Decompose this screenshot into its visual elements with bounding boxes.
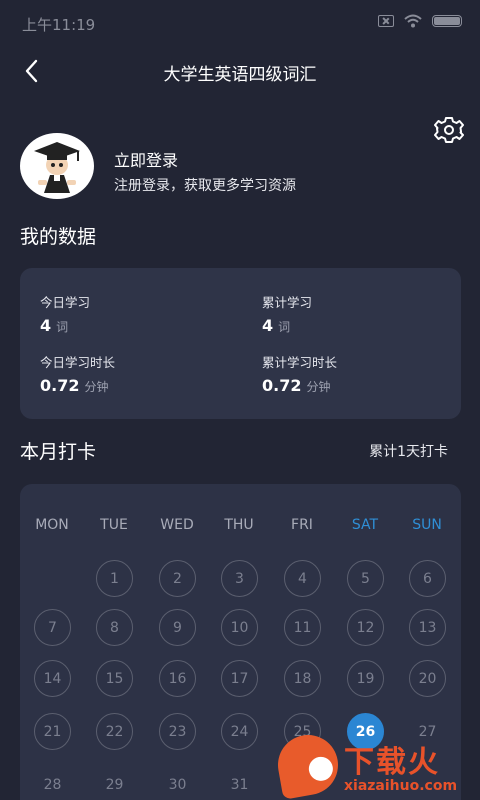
- battery-icon: [432, 15, 462, 27]
- weekday-label: TUE: [100, 517, 128, 533]
- calendar-day[interactable]: 12: [347, 609, 384, 646]
- calendar-day[interactable]: 3: [221, 560, 258, 597]
- page-title: 大学生英语四级词汇: [163, 65, 317, 85]
- today-time-value: 0.72: [40, 376, 80, 395]
- today-words-value: 4: [40, 316, 52, 335]
- calendar-day[interactable]: 14: [34, 660, 71, 697]
- status-time: 上午11:19: [22, 16, 96, 34]
- calendar-day[interactable]: 17: [221, 660, 258, 697]
- wifi-icon: [404, 14, 422, 28]
- watermark-url: xiazaihuo.com: [344, 778, 458, 794]
- weekday-label: MON: [35, 517, 69, 533]
- login-link[interactable]: 立即登录: [114, 147, 178, 171]
- calendar-day[interactable]: 24: [221, 713, 258, 750]
- profile-section[interactable]: 立即登录 注册登录，获取更多学习资源: [20, 133, 440, 201]
- total-words-value: 4: [262, 316, 274, 335]
- login-subtitle: 注册登录，获取更多学习资源: [114, 178, 296, 194]
- calendar-day[interactable]: 29: [96, 766, 133, 800]
- total-time-label: 累计学习时长: [262, 355, 338, 370]
- calendar-day[interactable]: 5: [347, 560, 384, 597]
- nav-bar: 大学生英语四级词汇: [0, 46, 480, 100]
- checkin-total: 累计1天打卡: [369, 444, 448, 460]
- my-data-title: 我的数据: [20, 226, 97, 248]
- today-time-unit: 分钟: [84, 380, 109, 394]
- calendar-day[interactable]: 16: [159, 660, 196, 697]
- calendar-day[interactable]: 20: [409, 660, 446, 697]
- calendar-day[interactable]: 4: [284, 560, 321, 597]
- weekday-label: FRI: [291, 517, 313, 533]
- total-words-stat: 4词: [262, 316, 290, 335]
- today-time-stat: 0.72 分钟: [40, 376, 109, 395]
- calendar-day[interactable]: 10: [221, 609, 258, 646]
- calendar-day[interactable]: 6: [409, 560, 446, 597]
- calendar-day[interactable]: 9: [159, 609, 196, 646]
- watermark-logo: 下载火 xiazaihuo.com: [272, 730, 480, 800]
- calendar-day[interactable]: 19: [347, 660, 384, 697]
- stats-card: 今日学习 4词 累计学习 4词 今日学习时长 0.72 分钟 累计学习时长 0.7…: [20, 268, 461, 419]
- calendar-day[interactable]: 22: [96, 713, 133, 750]
- avatar[interactable]: [20, 133, 94, 199]
- calendar-day[interactable]: 18: [284, 660, 321, 697]
- today-time-label: 今日学习时长: [40, 355, 116, 370]
- graduate-avatar-icon: [34, 142, 80, 193]
- status-icons: [378, 14, 462, 28]
- calendar-day[interactable]: 11: [284, 609, 321, 646]
- calendar-day[interactable]: 28: [34, 766, 71, 800]
- total-time-value: 0.72: [262, 376, 302, 395]
- calendar-day[interactable]: 13: [409, 609, 446, 646]
- no-sim-icon: [378, 15, 394, 27]
- calendar-day[interactable]: 23: [159, 713, 196, 750]
- fire-logo-icon: [273, 730, 343, 800]
- weekday-label: SAT: [351, 517, 379, 533]
- today-words-label: 今日学习: [40, 295, 91, 310]
- calendar-day[interactable]: 21: [34, 713, 71, 750]
- calendar-day[interactable]: 30: [159, 766, 196, 800]
- calendar-day[interactable]: 1: [96, 560, 133, 597]
- weekday-label: SUN: [412, 517, 442, 533]
- calendar-day[interactable]: 7: [34, 609, 71, 646]
- total-time-stat: 0.72 分钟: [262, 376, 331, 395]
- total-words-label: 累计学习: [262, 295, 313, 310]
- today-words-stat: 4词: [40, 316, 68, 335]
- total-time-unit: 分钟: [306, 380, 331, 394]
- checkin-title: 本月打卡: [20, 441, 97, 463]
- calendar-day[interactable]: 31: [221, 766, 258, 800]
- weekday-label: WED: [160, 517, 194, 533]
- status-bar: 上午11:19: [0, 0, 480, 46]
- calendar-day[interactable]: 8: [96, 609, 133, 646]
- calendar-day[interactable]: 15: [96, 660, 133, 697]
- total-words-unit: 词: [278, 320, 291, 334]
- weekday-label: THU: [224, 517, 254, 533]
- watermark-brand: 下载火: [344, 745, 440, 780]
- today-words-unit: 词: [56, 320, 69, 334]
- calendar-day[interactable]: 2: [159, 560, 196, 597]
